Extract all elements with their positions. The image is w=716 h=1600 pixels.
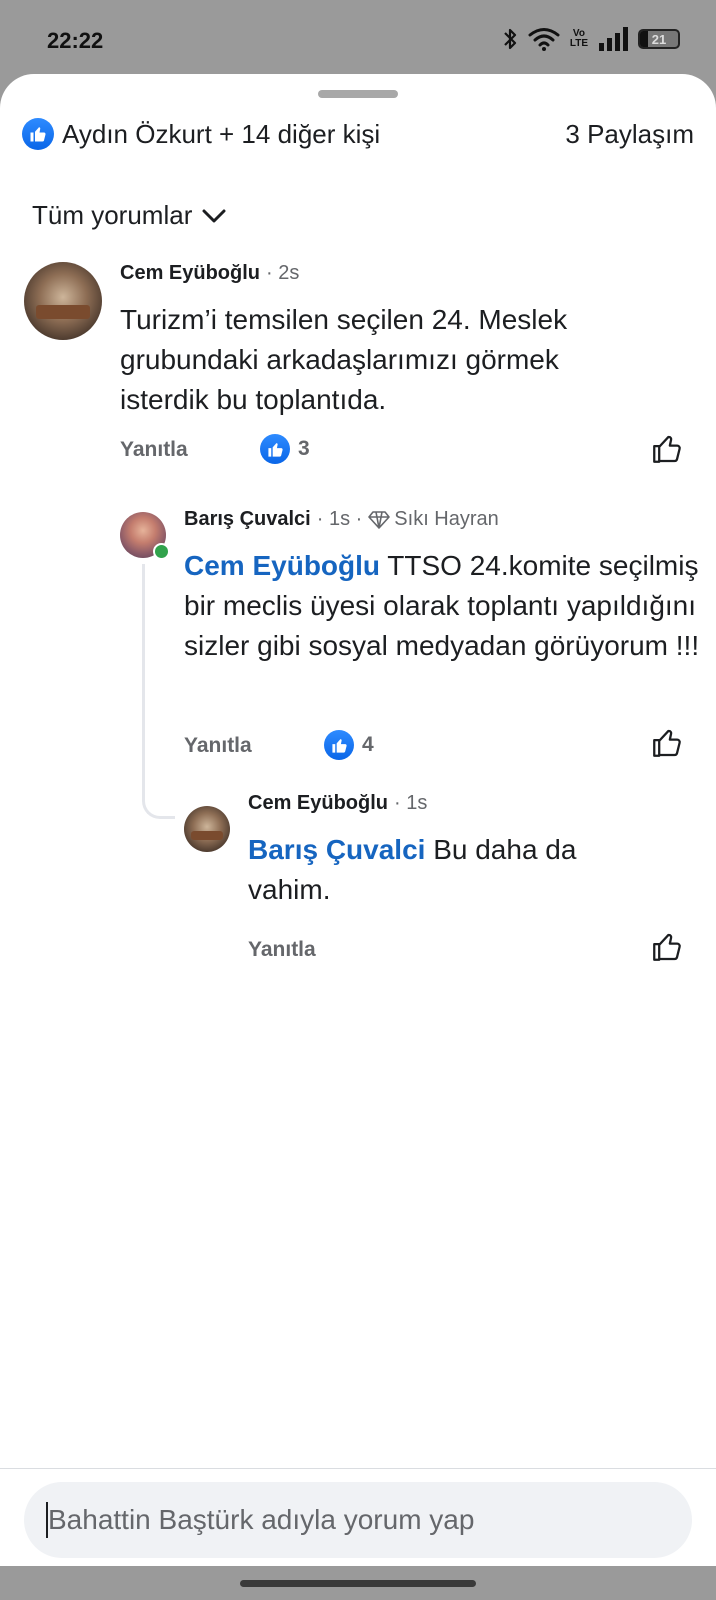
thumbs-up-icon[interactable] (650, 930, 684, 964)
like-reaction-icon (260, 434, 290, 464)
badge-label: Sıkı Hayran (394, 508, 499, 530)
reactors-text: Aydın Özkurt + 14 diğer kişi (62, 118, 381, 149)
avatar[interactable] (24, 262, 102, 340)
comment-input[interactable] (24, 1482, 648, 1558)
comment-header: Cem Eyüboğlu · 1s (248, 792, 427, 815)
reply-button[interactable]: Yanıtla (184, 734, 252, 758)
comment-text: Turizm’i temsilen seçilen 24. Meslek gru… (120, 304, 568, 415)
reply-button[interactable]: Yanıtla (248, 938, 316, 962)
gesture-bar[interactable] (240, 1580, 476, 1587)
like-count[interactable]: 4 (324, 730, 374, 760)
diamond-icon (368, 510, 391, 529)
sheet-drag-handle[interactable] (318, 90, 398, 98)
composer-divider (0, 1468, 716, 1469)
reply-button[interactable]: Yanıtla (120, 438, 188, 462)
thumbs-up-icon[interactable] (650, 432, 684, 466)
comment-text: Cem Eyüboğlu TTSO 24.komite seçilmiş bir… (184, 546, 704, 666)
reactions-summary: Aydın Özkurt + 14 diğer kişi 3 Paylaşım (22, 114, 694, 154)
thumbs-up-icon[interactable] (650, 726, 684, 760)
comment-header: Cem Eyüboğlu · 2s (120, 262, 299, 285)
text-caret (46, 1502, 48, 1538)
comment-author[interactable]: Barış Çuvalci (184, 508, 311, 531)
like-count[interactable]: 3 (260, 434, 310, 464)
like-reaction-icon (324, 730, 354, 760)
comment-text: Barış Çuvalci Bu daha da vahim. (248, 830, 648, 910)
comment-author[interactable]: Cem Eyüboğlu (248, 792, 388, 815)
like-reaction-icon (22, 118, 54, 150)
comment-composer (24, 1482, 692, 1558)
clock: 22:22 (47, 28, 104, 53)
shares-count[interactable]: 3 Paylaşım (565, 119, 694, 150)
reactors-link[interactable]: Aydın Özkurt + 14 diğer kişi (22, 118, 380, 150)
avatar[interactable] (184, 806, 230, 852)
battery-level: 21 (651, 32, 667, 47)
battery-icon: 21 (638, 29, 680, 49)
status-icons: Vo LTE 21 (502, 26, 680, 52)
comment-filter-label: Tüm yorumlar (32, 200, 193, 230)
comment-time: · 2s (266, 262, 300, 284)
mention-link[interactable]: Barış Çuvalci (248, 834, 425, 865)
bluetooth-icon (502, 26, 518, 52)
chevron-down-icon (202, 200, 226, 231)
signal-icon (598, 27, 628, 51)
mention-link[interactable]: Cem Eyüboğlu (184, 550, 380, 581)
comment-time: · 1s · (316, 508, 363, 530)
comment-header: Barış Çuvalci · 1s · Sıkı Hayran (184, 508, 499, 531)
like-count-value: 4 (362, 733, 374, 756)
online-status-icon (153, 543, 170, 560)
volte-icon: Vo LTE (569, 28, 588, 49)
comment-time: · 1s (394, 792, 428, 814)
comment-filter-dropdown[interactable]: Tüm yorumlar (32, 200, 226, 231)
wifi-icon (528, 27, 560, 51)
comments-sheet: Aydın Özkurt + 14 diğer kişi 3 Paylaşım … (0, 74, 716, 1566)
status-bar: 22:22 Vo LTE 21 (0, 0, 716, 76)
top-fan-badge: Sıkı Hayran (368, 508, 499, 531)
comment-author[interactable]: Cem Eyüboğlu (120, 262, 260, 285)
like-count-value: 3 (298, 437, 310, 460)
thread-connector (142, 564, 175, 819)
